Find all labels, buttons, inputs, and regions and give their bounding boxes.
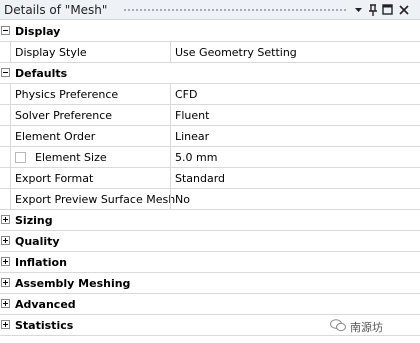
expand-icon[interactable] — [1, 320, 10, 329]
details-property-grid: Display Display Style Use Geometry Setti… — [0, 21, 420, 336]
chat-bubble-icon — [330, 319, 346, 332]
category-advanced[interactable]: Advanced — [0, 294, 420, 315]
property-value[interactable]: CFD — [175, 88, 197, 101]
category-label: Inflation — [15, 256, 67, 269]
property-name: Element Size — [35, 151, 107, 164]
category-label: Defaults — [15, 67, 68, 80]
collapse-icon[interactable] — [1, 26, 10, 35]
watermark-text: 南源坊 — [350, 321, 383, 334]
restore-icon[interactable] — [381, 3, 394, 16]
panel-title: Details of "Mesh" — [4, 3, 108, 17]
category-label: Assembly Meshing — [15, 277, 131, 290]
category-sizing[interactable]: Sizing — [0, 210, 420, 231]
category-label: Display — [15, 25, 61, 38]
property-row-element-size[interactable]: Element Size 5.0 mm — [0, 147, 420, 168]
property-name: Display Style — [15, 46, 87, 59]
property-value[interactable]: Fluent — [175, 109, 209, 122]
property-value[interactable]: No — [175, 193, 190, 206]
expand-icon[interactable] — [1, 257, 10, 266]
category-defaults[interactable]: Defaults — [0, 63, 420, 84]
property-value[interactable]: Use Geometry Setting — [175, 46, 297, 59]
category-label: Statistics — [15, 319, 74, 332]
property-name: Export Format — [15, 172, 94, 185]
category-assembly-meshing[interactable]: Assembly Meshing — [0, 273, 420, 294]
watermark: 南源坊 — [330, 317, 416, 335]
property-row-export-preview-surface-mesh[interactable]: Export Preview Surface Mesh No — [0, 189, 420, 210]
property-name: Solver Preference — [15, 109, 113, 122]
property-value[interactable]: Standard — [175, 172, 225, 185]
expand-icon[interactable] — [1, 278, 10, 287]
property-row-element-order[interactable]: Element Order Linear — [0, 126, 420, 147]
close-icon[interactable] — [397, 3, 410, 16]
category-display[interactable]: Display — [0, 21, 420, 42]
dropdown-arrow-icon[interactable] — [352, 3, 365, 16]
details-titlebar: Details of "Mesh" — [0, 0, 420, 20]
category-inflation[interactable]: Inflation — [0, 252, 420, 273]
expand-icon[interactable] — [1, 215, 10, 224]
collapse-icon[interactable] — [1, 68, 10, 77]
expand-icon[interactable] — [1, 299, 10, 308]
pin-icon[interactable] — [366, 3, 379, 16]
category-quality[interactable]: Quality — [0, 231, 420, 252]
category-label: Advanced — [15, 298, 76, 311]
property-name: Physics Preference — [15, 88, 119, 101]
property-name: Element Order — [15, 130, 96, 143]
title-grip[interactable] — [123, 8, 348, 13]
property-name: Export Preview Surface Mesh — [15, 193, 176, 206]
category-label: Quality — [15, 235, 60, 248]
property-row-physics-preference[interactable]: Physics Preference CFD — [0, 84, 420, 105]
property-value[interactable]: Linear — [175, 130, 209, 143]
property-row-export-format[interactable]: Export Format Standard — [0, 168, 420, 189]
property-value[interactable]: 5.0 mm — [175, 151, 217, 164]
parameter-checkbox[interactable] — [15, 152, 26, 163]
category-label: Sizing — [15, 214, 53, 227]
property-row-solver-preference[interactable]: Solver Preference Fluent — [0, 105, 420, 126]
expand-icon[interactable] — [1, 236, 10, 245]
property-row-display-style[interactable]: Display Style Use Geometry Setting — [0, 42, 420, 63]
